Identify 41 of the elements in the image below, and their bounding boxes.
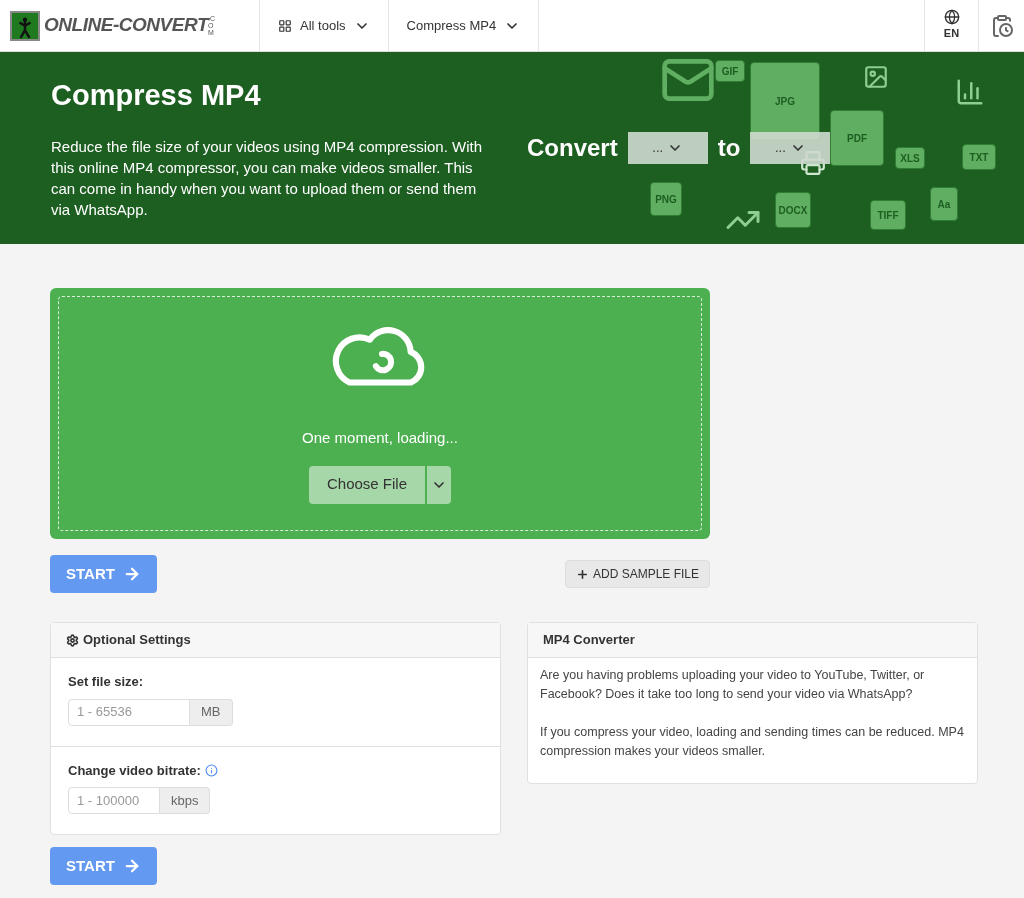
field-label: Set file size: <box>68 673 144 691</box>
number-input[interactable]: 1 - 65536 <box>68 698 190 726</box>
logo-text: ONLINE-CONVERT <box>44 13 208 38</box>
info-paragraph: Are you having problems uploading your video to YouTube, Twitter, or Facebook? Does it take too long to send your video via WhatsApp? <box>540 667 926 703</box>
language-button[interactable]: EN <box>924 0 978 51</box>
convert-label: Convert <box>527 133 618 163</box>
page-description: Reduce the file size of your videos using MP4 compression. With this online MP4 compressor, you can make videos smaller. This can come in handy when you want to upload them or send them via WhatsApp. <box>51 136 484 220</box>
plus-icon <box>575 567 589 581</box>
loading-status: One moment, loading... <box>302 428 458 448</box>
settings-title: Optional Settings <box>83 631 191 650</box>
file-tile: PNG <box>650 182 682 216</box>
info-title: MP4 Converter <box>543 631 635 650</box>
choose-file-button[interactable]: Choose File <box>308 465 425 504</box>
file-tile: GIF <box>715 60 745 82</box>
file-tile: PDF <box>830 110 884 166</box>
to-label: to <box>717 133 741 163</box>
nav-dropdown[interactable]: All tools <box>260 0 389 51</box>
number-input[interactable]: 1 - 100000 <box>68 787 160 814</box>
file-tile: TXT <box>962 144 996 170</box>
file-tile: TIFF <box>870 200 906 230</box>
field-label: Change video bitrate: <box>68 761 201 780</box>
logo-icon <box>10 10 40 41</box>
nav-dropdown[interactable]: Compress MP4 <box>388 0 540 51</box>
page-title: Compress MP4 <box>51 78 262 113</box>
info-icon[interactable] <box>204 763 218 777</box>
upload-options-dropdown[interactable] <box>427 465 451 504</box>
file-tile: XLS <box>895 147 925 169</box>
globe-icon <box>943 9 960 26</box>
file-tile: DOCX <box>775 192 811 228</box>
grid-icon <box>278 18 292 33</box>
add-sample-file-button[interactable]: ADD SAMPLE FILE <box>564 560 710 588</box>
target-format-select[interactable]: ... <box>750 132 831 164</box>
info-paragraph: If you compress your video, loading and sending times can be reduced. MP4 compression makes your videos smaller. <box>540 724 965 760</box>
image-icon <box>863 64 889 90</box>
bar-chart-icon <box>955 77 985 107</box>
settings-icon <box>66 633 79 647</box>
unit-label: MB <box>190 698 233 726</box>
file-tile: Aa <box>930 187 958 221</box>
unit-label: kbps <box>160 787 211 814</box>
source-format-select[interactable]: ... <box>627 132 708 164</box>
upload-area[interactable]: One moment, loading... Choose File <box>50 288 710 539</box>
